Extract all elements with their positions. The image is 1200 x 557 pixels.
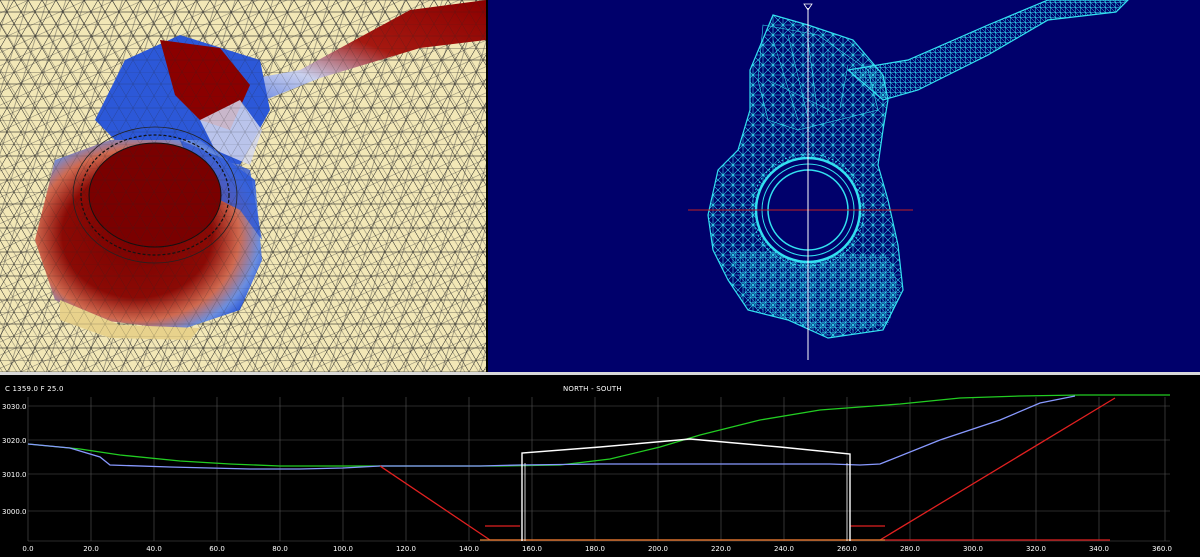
y-tick-3020: 3020.0 (2, 437, 27, 445)
x-tick-240: 240.0 (774, 545, 794, 553)
y-tick-3030: 3030.0 (2, 403, 27, 411)
ground-profile-green (27, 394, 1170, 467)
plan-mesh-canvas (488, 0, 1200, 372)
x-tick-360: 360.0 (1152, 545, 1172, 553)
section-profile-canvas: 0.0 20.0 40.0 60.0 80.0 100.0 120.0 140.… (2, 394, 1172, 553)
x-tick-80: 80.0 (272, 545, 288, 553)
x-tick-0: 0.0 (22, 545, 33, 553)
terrain-3d-canvas (0, 0, 486, 372)
x-tick-60: 60.0 (209, 545, 225, 553)
x-tick-340: 340.0 (1089, 545, 1109, 553)
x-tick-160: 160.0 (522, 545, 542, 553)
x-tick-280: 280.0 (900, 545, 920, 553)
x-tick-100: 100.0 (333, 545, 353, 553)
x-axis-labels: 0.0 20.0 40.0 60.0 80.0 100.0 120.0 140.… (22, 545, 1172, 553)
x-tick-180: 180.0 (585, 545, 605, 553)
design-profile-red (379, 465, 1110, 541)
terrain-3d-view[interactable] (0, 0, 486, 372)
ground-profile-blue (27, 395, 1076, 470)
x-tick-40: 40.0 (146, 545, 162, 553)
x-tick-20: 20.0 (83, 545, 99, 553)
structure-profile-white (521, 438, 851, 541)
x-tick-140: 140.0 (459, 545, 479, 553)
plan-mesh-view[interactable] (488, 0, 1200, 372)
x-tick-220: 220.0 (711, 545, 731, 553)
section-profile-view[interactable]: C 1359.0 F 25.0 NORTH - SOUTH 0.0 20.0 4… (0, 375, 1200, 557)
y-axis-labels: 3000.0 3010.0 3020.0 3030.0 (2, 403, 27, 516)
y-tick-3010: 3010.0 (2, 471, 27, 479)
y-tick-3000: 3000.0 (2, 508, 27, 516)
x-tick-200: 200.0 (648, 545, 668, 553)
x-tick-320: 320.0 (1026, 545, 1046, 553)
x-tick-120: 120.0 (396, 545, 416, 553)
x-tick-260: 260.0 (837, 545, 857, 553)
x-tick-300: 300.0 (963, 545, 983, 553)
